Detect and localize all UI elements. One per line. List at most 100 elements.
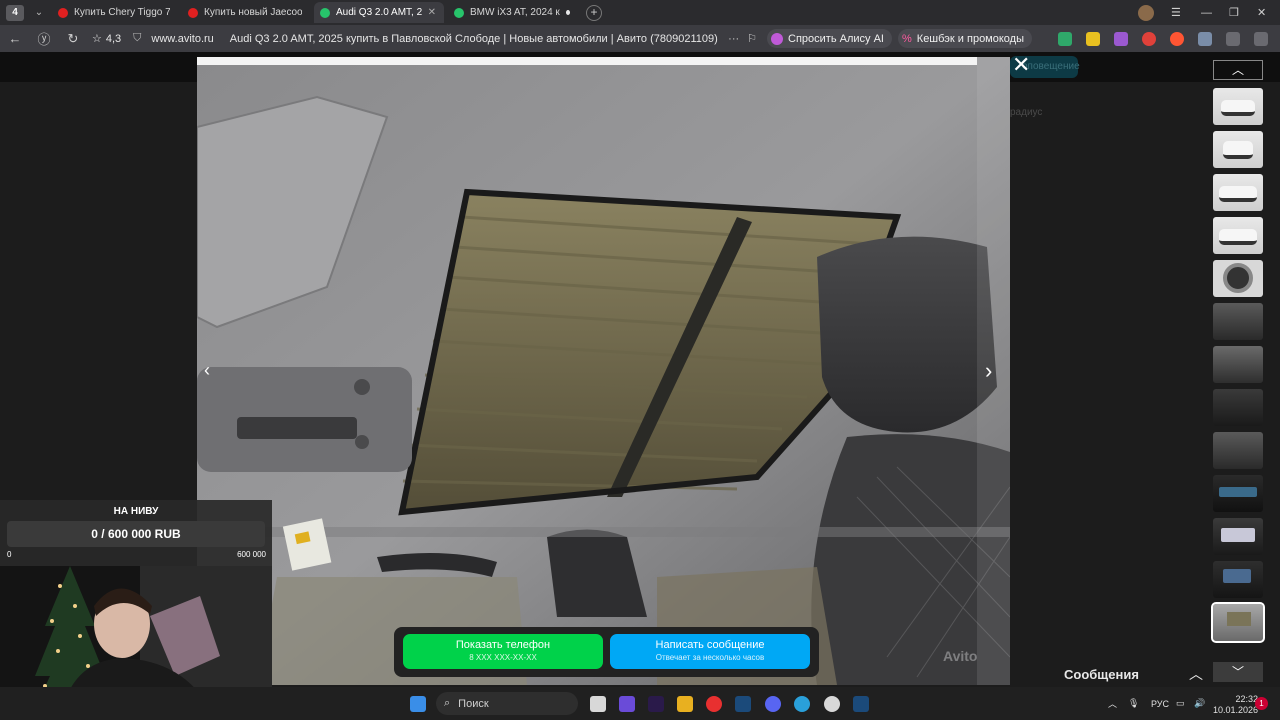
menu-icon[interactable]: ☰ (1171, 0, 1181, 25)
tab-title: Audi Q3 2.0 AMT, 2025 (336, 7, 422, 18)
behind-radius-text: радиус (1010, 107, 1043, 118)
feather-extension-icon[interactable] (1114, 31, 1128, 46)
windows-taskbar: ⌕ Поиск ︿ 🎙 РУС ▭ 🔊 22:32 10.01.2026 1 (0, 687, 1280, 720)
opera-extension-icon[interactable] (1170, 31, 1184, 46)
show-phone-label: Показать телефон (455, 639, 551, 651)
downloads-icon[interactable] (1254, 31, 1268, 46)
url-domain[interactable]: www.avito.ru (151, 33, 213, 45)
avito-favicon-icon (320, 7, 330, 18)
tab-bmw-ix3[interactable]: BMW iX3 AT, 2024 купи (448, 2, 578, 23)
thumbnail[interactable] (1213, 303, 1263, 340)
security-shield-icon[interactable]: ⛉ (133, 32, 141, 45)
close-window-icon[interactable]: ✕ (1257, 0, 1266, 25)
new-tab-button[interactable]: + (586, 4, 602, 21)
restore-icon[interactable]: ❐ (1229, 0, 1239, 25)
close-tab-icon[interactable]: ✕ (428, 7, 436, 18)
tab-chery[interactable]: Купить Chery Tiggo 7 Pro (52, 2, 178, 23)
cashback-label: Кешбэк и промокоды (916, 32, 1024, 45)
more-dots-icon[interactable]: ··· (728, 33, 739, 45)
thumbnail[interactable] (1213, 131, 1263, 168)
thumbnail[interactable] (1213, 88, 1263, 125)
microphone-icon[interactable]: 🎙 (1128, 687, 1139, 720)
url-page-title[interactable]: Audi Q3 2.0 AMT, 2025 купить в Павловско… (230, 33, 718, 45)
language-indicator[interactable]: РУС (1151, 687, 1169, 720)
contact-bar: Показать телефон 8 XXX XXX-XX-XX Написат… (394, 627, 819, 677)
yandex-logo-icon[interactable]: ⓨ (33, 29, 55, 48)
tab-jaecoo[interactable]: Купить новый Jaecoo J8 2 (182, 2, 310, 23)
donation-goal-widget: НА НИВУ 0 / 600 000 RUB 0 600 000 (0, 500, 272, 566)
a-extension-icon[interactable] (1142, 31, 1156, 46)
show-phone-button[interactable]: Показать телефон 8 XXX XXX-XX-XX (403, 634, 603, 669)
thumbnail[interactable] (1213, 260, 1263, 297)
profile-avatar[interactable] (1138, 4, 1154, 21)
youtube-favicon-icon (58, 7, 68, 18)
thumbnail[interactable] (1213, 561, 1263, 598)
bookmark-icon[interactable]: ⚐ (747, 32, 757, 45)
alice-icon (771, 32, 784, 45)
yandex-browser-icon[interactable] (706, 696, 722, 712)
minimize-icon[interactable]: — (1201, 0, 1212, 25)
next-photo-arrow-icon[interactable]: › (985, 358, 992, 384)
notification-badge[interactable]: 1 (1255, 697, 1268, 710)
telegram-icon[interactable] (794, 696, 810, 712)
prev-photo-arrow-icon[interactable]: ‹ (204, 360, 210, 381)
thumbnail[interactable] (1213, 518, 1263, 555)
thumbnail-strip (1211, 88, 1265, 647)
steam-2-icon[interactable] (853, 696, 869, 712)
steam-icon[interactable] (735, 696, 751, 712)
volume-icon[interactable]: 🔊 (1194, 687, 1205, 720)
thumbnail[interactable] (1213, 432, 1263, 469)
ask-alice-button[interactable]: Спросить Алису AI (767, 29, 892, 48)
back-arrow-icon[interactable]: ← (4, 31, 26, 46)
obs-icon[interactable] (824, 696, 840, 712)
thumbnail[interactable] (1213, 389, 1263, 426)
unsaved-dot-icon (565, 10, 570, 15)
thumbnail[interactable] (1213, 174, 1263, 211)
messages-panel-title[interactable]: Сообщения (1064, 667, 1139, 682)
youtube-favicon-icon (188, 7, 198, 18)
thumbnail[interactable] (1213, 475, 1263, 512)
address-bar: ← ⓨ ↻ ☆ 4,3 ⛉ www.avito.ru Audi Q3 2.0 A… (0, 25, 1280, 52)
thumbnail[interactable] (1213, 217, 1263, 254)
taskbar-search[interactable]: ⌕ Поиск (436, 692, 578, 715)
taskbar-clock[interactable]: 22:32 10.01.2026 (1213, 694, 1258, 716)
car-interior-sunroof-image (197, 57, 1010, 685)
network-icon[interactable]: ▭ (1176, 687, 1185, 720)
explorer-folder-icon[interactable] (677, 696, 693, 712)
goal-progress-text: 0 / 600 000 RUB (91, 527, 181, 541)
discord-icon[interactable] (765, 696, 781, 712)
thumbnail[interactable] (1213, 346, 1263, 383)
thumbnail-selected[interactable] (1211, 602, 1265, 643)
cashback-button[interactable]: % Кешбэк и промокоды (898, 29, 1032, 48)
tab-list-chevron-icon[interactable]: ⌄ (30, 7, 48, 18)
windows-start-icon[interactable] (410, 696, 426, 712)
photo-top-edge (197, 57, 977, 65)
write-message-button[interactable]: Написать сообщение Отвечает за несколько… (610, 634, 810, 669)
messages-expand-chevron-icon[interactable]: ︿ (1189, 664, 1203, 684)
adblock-extension-icon[interactable] (1198, 31, 1212, 46)
star-icon: ☆ (92, 33, 102, 45)
tab-audi-q3[interactable]: Audi Q3 2.0 AMT, 2025 ✕ (314, 2, 444, 23)
reload-icon[interactable]: ↻ (62, 31, 84, 47)
goal-progress-bar: 0 / 600 000 RUB (7, 521, 265, 547)
goal-max-label: 600 000 (237, 550, 266, 559)
site-rating[interactable]: ☆ 4,3 (92, 32, 121, 46)
tab-counter[interactable]: 4 (6, 4, 24, 21)
task-view-icon[interactable] (590, 696, 606, 712)
tray-overflow-chevron-icon[interactable]: ︿ (1108, 687, 1117, 720)
clock-time: 22:32 (1235, 694, 1259, 704)
browser-tab-bar: 4 ⌄ Купить Chery Tiggo 7 Pro Купить новы… (0, 0, 1280, 25)
tab-title: BMW iX3 AT, 2024 купи (470, 7, 560, 18)
thumbs-scroll-up-icon[interactable]: ︿ (1213, 60, 1263, 80)
phone-mask: 8 XXX XXX-XX-XX (469, 653, 537, 662)
teams-icon[interactable] (619, 696, 635, 712)
shield-extension-icon[interactable] (1058, 31, 1072, 46)
premiere-icon[interactable] (648, 696, 664, 712)
close-gallery-icon[interactable]: ✕ (1012, 54, 1030, 76)
clock-date: 10.01.2026 (1213, 705, 1259, 715)
extensions-icon[interactable] (1226, 31, 1240, 46)
thumbs-scroll-down-icon[interactable]: ﹀ (1213, 662, 1263, 682)
photo-right-shade (977, 57, 1010, 685)
coupon-extension-icon[interactable] (1086, 31, 1100, 46)
gallery-main-photo[interactable] (197, 57, 1010, 685)
